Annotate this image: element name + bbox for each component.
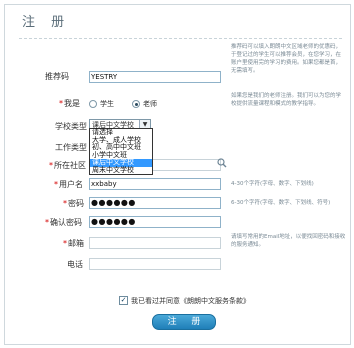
register-panel: 注 册 推荐码 YESTRY 推荐码可以填入朗朗中文区域老师的优惠码，于登记过的… — [4, 4, 351, 345]
role-teacher-radio[interactable] — [132, 100, 140, 108]
password-label: *密码 — [63, 199, 84, 208]
work-type-label: 工作类型 — [55, 143, 87, 152]
role-teacher-label: 老师 — [143, 100, 157, 108]
register-button[interactable]: 注 册 — [152, 314, 216, 330]
agree-text[interactable]: 我已看过并同意《朗朗中文服务条款》 — [131, 296, 250, 306]
email-input[interactable] — [89, 237, 221, 249]
username-hint: 4-30个字符(字母、数字、下划线) — [231, 181, 314, 187]
phone-input[interactable] — [89, 258, 221, 270]
title-divider — [19, 38, 342, 39]
email-hint: 请填写常用的Email地址，以便找回密码和接收的服务通知。 — [231, 234, 346, 248]
role-student-radio[interactable] — [89, 100, 97, 108]
page-title: 注 册 — [22, 15, 71, 30]
referrer-hint: 推荐码可以填入朗朗中文区域老师的优惠码，于登记过的学生可以推荐会员，在您学习，在… — [231, 44, 342, 74]
agree-checkbox[interactable]: ✓ — [119, 296, 128, 305]
school-type-label: 学校类型 — [55, 122, 87, 131]
phone-label: 电话 — [67, 260, 83, 269]
username-input[interactable]: xxbaby — [89, 178, 221, 190]
username-label: *用户名 — [54, 180, 83, 189]
password-input[interactable]: ●●●●●● — [89, 197, 221, 209]
search-icon[interactable] — [217, 158, 227, 168]
role-student-label: 学生 — [100, 100, 114, 108]
school-type-dropdown[interactable]: 请选择 大学、成人学校 初、高中中文班 小学中文班 课后中文学校 周末中文学校 — [89, 128, 153, 175]
email-label: *邮箱 — [63, 239, 84, 248]
community-label: *所在社区 — [49, 161, 86, 170]
password-hint: 6-30个字符(字母、数字、下划线、符号) — [231, 200, 331, 206]
referrer-input[interactable]: YESTRY — [89, 71, 221, 83]
role-hint: 如果您是我们的老师注册。我们可以为您的学校提供流量课程和模式的教学指导。 — [231, 93, 342, 107]
role-label: *我是 — [59, 99, 80, 108]
referrer-label: 推荐码 — [45, 72, 69, 81]
confirm-password-input[interactable]: ●●●●●● — [89, 216, 221, 228]
school-type-option[interactable]: 周末中文学校 — [90, 166, 152, 175]
confirm-password-label: *确认密码 — [45, 218, 82, 227]
